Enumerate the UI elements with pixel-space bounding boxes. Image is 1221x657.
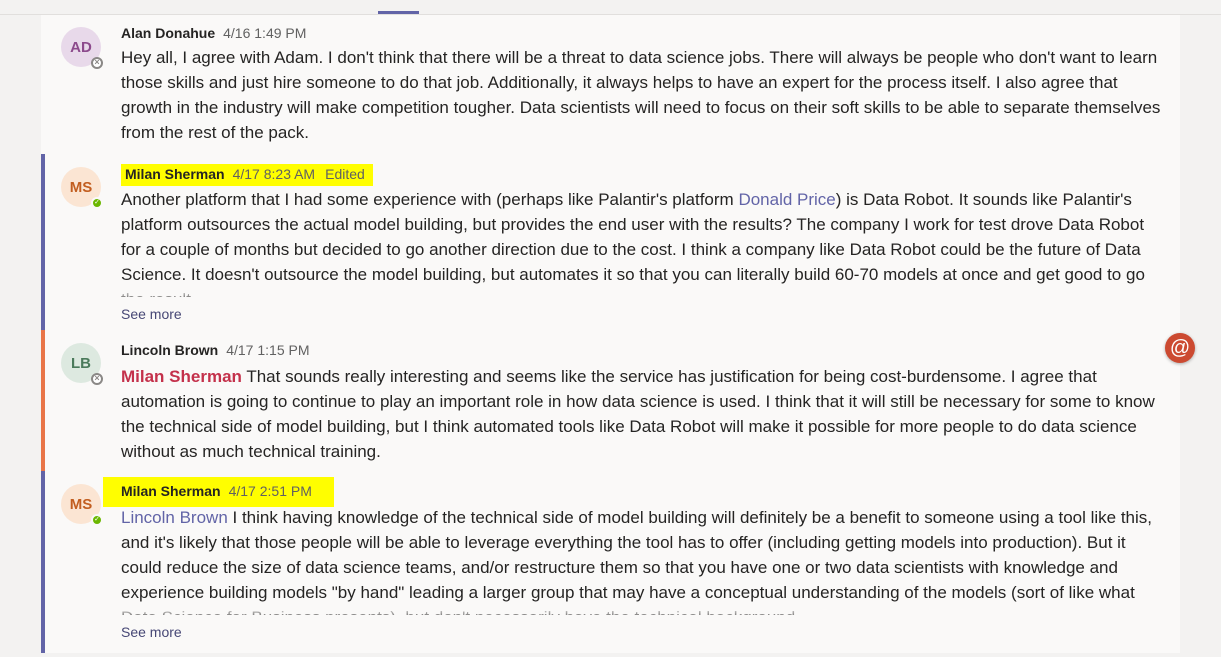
timestamp: 4/17 8:23 AM xyxy=(232,166,316,182)
thread-accent-bar xyxy=(41,154,45,330)
presence-away-icon xyxy=(91,57,103,69)
truncation-fade xyxy=(121,288,1161,298)
avatar[interactable]: MS xyxy=(61,484,103,526)
thread-accent-bar xyxy=(41,330,45,471)
message-post: MS Milan Sherman 4/17 8:23 AM Edited Anoth… xyxy=(41,154,1180,330)
timestamp: 4/16 1:49 PM xyxy=(223,25,307,41)
truncation-fade xyxy=(121,606,1161,616)
message-header: Lincoln Brown 4/17 1:15 PM xyxy=(121,342,310,358)
message-header: Milan Sherman 4/17 2:51 PM xyxy=(103,477,334,507)
message-body: Milan Sherman That sounds really interes… xyxy=(121,364,1161,466)
top-bar xyxy=(0,0,1221,15)
mention-self[interactable]: Milan Sherman xyxy=(121,367,242,386)
message-text: That sounds really interesting and seems… xyxy=(121,367,1155,461)
message-text: Hey all, I agree with Adam. I don't thin… xyxy=(121,48,1161,142)
message-body: Another platform that I had some experie… xyxy=(121,187,1161,297)
avatar-initials: MS xyxy=(69,495,93,513)
message-header: Alan Donahue 4/16 1:49 PM xyxy=(121,25,306,41)
author-name[interactable]: Alan Donahue xyxy=(121,25,215,41)
avatar[interactable]: MS xyxy=(61,167,103,209)
presence-available-icon xyxy=(91,514,103,526)
avatar-initials: AD xyxy=(70,38,92,56)
timestamp: 4/17 2:51 PM xyxy=(228,483,312,499)
avatar[interactable]: LB xyxy=(61,343,103,385)
see-more-link[interactable]: See more xyxy=(121,624,182,640)
author-name[interactable]: Milan Sherman xyxy=(121,483,221,499)
presence-away-icon xyxy=(91,373,103,385)
message-body: Hey all, I agree with Adam. I don't thin… xyxy=(121,45,1161,147)
mention-at-icon[interactable]: @ xyxy=(1165,333,1195,363)
active-tab-indicator xyxy=(378,11,419,14)
presence-available-icon xyxy=(91,197,103,209)
message-text: Another platform that I had some experie… xyxy=(121,190,739,209)
at-symbol: @ xyxy=(1169,336,1191,359)
edited-label: Edited xyxy=(325,166,365,182)
author-name[interactable]: Milan Sherman xyxy=(125,166,225,182)
message-post: AD Alan Donahue 4/16 1:49 PM Hey all, I a… xyxy=(41,15,1180,155)
mention-link[interactable]: Donald Price xyxy=(738,190,835,209)
conversation-thread: AD Alan Donahue 4/16 1:49 PM Hey all, I a… xyxy=(41,15,1180,653)
avatar-initials: MS xyxy=(69,178,93,196)
avatar[interactable]: AD xyxy=(61,27,103,69)
message-text: I think having knowledge of the technica… xyxy=(121,508,1153,615)
message-body: Lincoln Brown I think having knowledge o… xyxy=(121,505,1161,615)
see-more-link[interactable]: See more xyxy=(121,306,182,322)
message-post: MS Milan Sherman 4/17 2:51 PM Lincoln Bro… xyxy=(41,471,1180,653)
author-name[interactable]: Lincoln Brown xyxy=(121,342,218,358)
avatar-initials: LB xyxy=(71,354,91,372)
message-header: Milan Sherman 4/17 8:23 AM Edited xyxy=(121,164,373,186)
mention-link[interactable]: Lincoln Brown xyxy=(121,508,228,527)
message-post: LB Lincoln Brown 4/17 1:15 PM Milan Sherm… xyxy=(41,330,1180,471)
timestamp: 4/17 1:15 PM xyxy=(226,342,310,358)
thread-accent-bar xyxy=(41,471,45,653)
